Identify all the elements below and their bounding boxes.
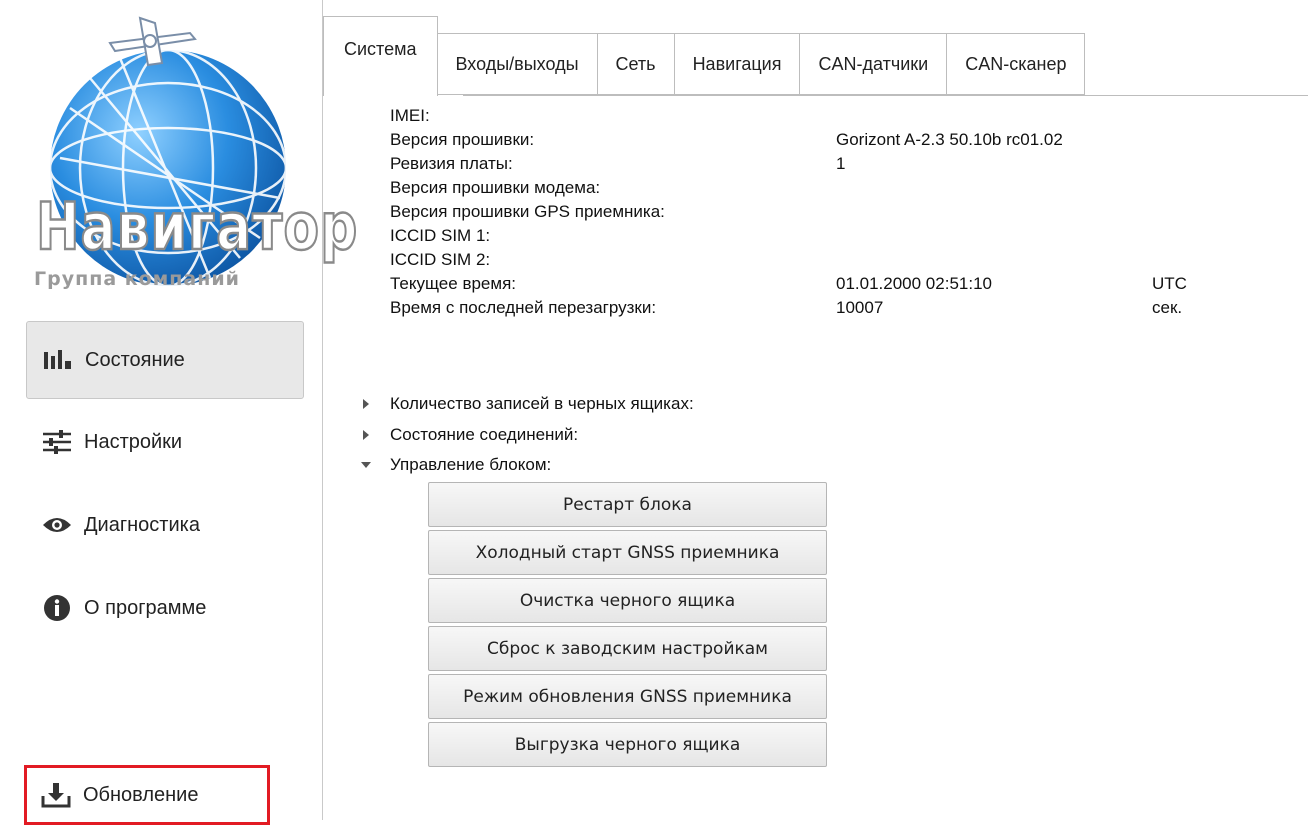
tab-io[interactable]: Входы/выходы (437, 33, 598, 95)
gnss-cold-start-button[interactable]: Холодный старт GNSS приемника (428, 530, 827, 575)
info-label: Версия прошивки модема: (390, 178, 601, 197)
info-label: ICCID SIM 1: (390, 226, 491, 245)
sidebar-item-label: Состояние (85, 348, 185, 371)
expand-arrow-icon[interactable] (360, 398, 372, 410)
download-icon (39, 781, 73, 809)
factory-reset-button[interactable]: Сброс к заводским настройкам (428, 626, 827, 671)
info-value: Gorizont A-2.3 50.10b rc01.02 (836, 130, 1063, 149)
sidebar-item-settings[interactable]: Настройки (26, 403, 304, 481)
info-label: Текущее время: (390, 274, 516, 293)
info-value: 01.01.2000 02:51:10 (836, 274, 992, 293)
sidebar-divider (322, 0, 323, 820)
sidebar-item-label: Настройки (84, 430, 183, 453)
sidebar-item-diagnostics[interactable]: Диагностика (26, 486, 304, 564)
logo-subtitle: Группа компаний (34, 268, 240, 290)
sidebar-item-label: Диагностика (84, 513, 200, 536)
tab-underline (463, 95, 1308, 96)
tree-node-blackbox-records[interactable]: Количество записей в черных ящиках: (360, 394, 694, 414)
clear-blackbox-button[interactable]: Очистка черного ящика (428, 578, 827, 623)
gnss-update-mode-button[interactable]: Режим обновления GNSS приемника (428, 674, 827, 719)
info-label: Ревизия платы: (390, 154, 513, 173)
collapse-arrow-icon[interactable] (360, 459, 372, 471)
update-label: Обновление (83, 783, 199, 806)
tree-label: Количество записей в черных ящиках: (390, 394, 694, 413)
restart-unit-button[interactable]: Рестарт блока (428, 482, 827, 527)
tab-network[interactable]: Сеть (597, 33, 675, 95)
tab-system[interactable]: Система (323, 16, 438, 96)
info-label: IMEI: (390, 106, 430, 125)
info-icon (40, 594, 74, 622)
expand-arrow-icon[interactable] (360, 429, 372, 441)
sidebar-item-status[interactable]: Состояние (26, 321, 304, 399)
sidebar-item-about[interactable]: О программе (26, 569, 304, 647)
tab-can-scanner[interactable]: CAN-сканер (947, 33, 1086, 95)
sidebar: Навигатор Группа компаний Состояние Наст… (0, 0, 358, 825)
info-label: Время с последней перезагрузки: (390, 298, 657, 317)
tree-label: Управление блоком: (390, 455, 552, 474)
tab-bar: Система Входы/выходы Сеть Навигация CAN-… (323, 16, 1086, 96)
info-label: ICCID SIM 2: (390, 250, 491, 269)
tree-node-connections[interactable]: Состояние соединений: (360, 425, 578, 445)
bar-chart-icon (41, 346, 75, 374)
tree-label: Состояние соединений: (390, 425, 579, 444)
sliders-icon (40, 428, 74, 456)
info-label: Версия прошивки GPS приемника: (390, 202, 665, 221)
info-value: 10007 (836, 298, 884, 317)
sidebar-item-label: О программе (84, 596, 207, 619)
info-unit: UTC (1152, 274, 1187, 293)
eye-icon (40, 511, 74, 539)
logo-title: Навигатор (35, 189, 359, 267)
update-button[interactable]: Обновление (24, 765, 270, 825)
tree-node-unit-control[interactable]: Управление блоком: (360, 455, 551, 475)
tab-can-sensors[interactable]: CAN-датчики (800, 33, 948, 95)
info-label: Версия прошивки: (390, 130, 535, 149)
tab-navigation[interactable]: Навигация (674, 33, 801, 95)
export-blackbox-button[interactable]: Выгрузка черного ящика (428, 722, 827, 767)
info-value: 1 (836, 154, 846, 173)
info-unit: сек. (1152, 298, 1183, 317)
